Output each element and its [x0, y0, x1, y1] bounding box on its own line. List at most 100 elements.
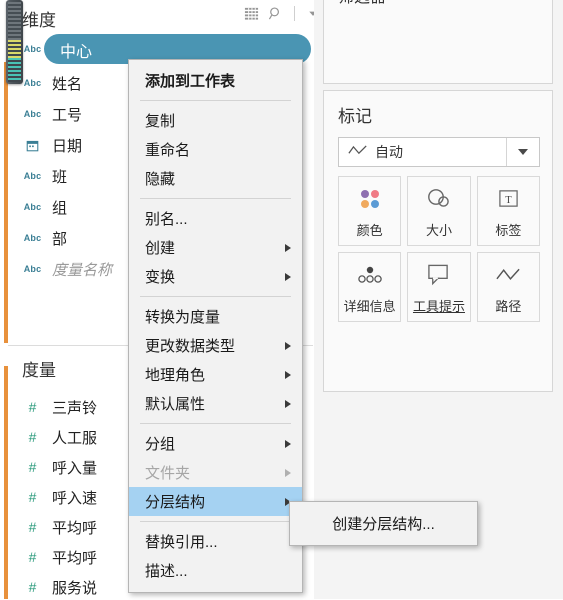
color-dots-icon — [357, 184, 383, 214]
mark-type-value: 自动 — [375, 144, 403, 160]
search-icon[interactable] — [268, 6, 283, 21]
mark-type-caret[interactable] — [506, 138, 539, 166]
menu-item-label: 分组 — [145, 436, 176, 453]
number-icon: # — [28, 519, 37, 535]
field-label: 呼入速 — [52, 489, 98, 507]
text-label-icon: T — [497, 184, 520, 214]
abc-icon: Abc — [23, 233, 42, 243]
marks-size-button[interactable]: 大小 — [407, 176, 471, 246]
menu-item-change-data-type[interactable]: 更改数据类型 — [129, 331, 302, 360]
field-label: 部 — [52, 230, 68, 248]
tableau-data-pane-screenshot: 维度 中心 Abc Abc 姓名 Abc 工号 日期 Abc 班 Abc 组 A… — [0, 0, 563, 599]
menu-item-default-properties[interactable]: 默认属性 — [129, 389, 302, 418]
dimensions-header-icons — [244, 6, 321, 21]
number-icon: # — [28, 489, 37, 505]
submenu-arrow-icon — [285, 468, 291, 477]
grid-view-icon[interactable] — [244, 6, 259, 21]
menu-item-copy[interactable]: 复制 — [129, 106, 302, 135]
submenu-arrow-icon — [285, 272, 291, 281]
menu-item-label: 创建 — [145, 240, 176, 257]
marks-card: 标记 自动 颜色 大小 T 标签 详细信息 工具提示 路径 — [323, 90, 553, 392]
number-icon: # — [28, 459, 37, 475]
number-icon: # — [28, 399, 37, 415]
menu-item-create[interactable]: 创建 — [129, 233, 302, 262]
path-line-icon — [495, 260, 522, 290]
abc-icon: Abc — [23, 171, 42, 181]
scrollbar-texture-bottom — [8, 58, 21, 82]
field-label: 呼入量 — [52, 459, 98, 477]
marks-button-label: 标签 — [495, 222, 522, 238]
menu-item-describe[interactable]: 描述... — [129, 556, 302, 585]
menu-item-label: 地理角色 — [145, 367, 206, 384]
calendar-icon — [22, 139, 43, 152]
marks-button-label: 详细信息 — [343, 298, 396, 314]
abc-icon: Abc — [23, 78, 42, 88]
submenu-arrow-icon — [285, 370, 291, 379]
field-label: 组 — [52, 199, 68, 217]
field-label: 平均呼 — [52, 519, 98, 537]
dimensions-accent-bar — [4, 62, 8, 343]
menu-item-label: 分层结构 — [145, 494, 206, 511]
menu-separator — [140, 423, 291, 424]
menu-item-label: 更改数据类型 — [145, 338, 236, 355]
number-icon: # — [28, 579, 37, 595]
marks-color-button[interactable]: 颜色 — [338, 176, 402, 246]
menu-item-add-to-sheet[interactable]: 添加到工作表 — [129, 66, 302, 95]
marks-button-label: 路径 — [495, 298, 522, 314]
marks-card-title: 标记 — [338, 107, 372, 126]
menu-item-group[interactable]: 分组 — [129, 429, 302, 458]
submenu-item-create-hierarchy[interactable]: 创建分层结构... — [290, 509, 477, 538]
svg-text:T: T — [505, 195, 512, 206]
line-chart-icon — [348, 144, 368, 160]
menu-item-rename[interactable]: 重命名 — [129, 135, 302, 164]
marks-button-label: 大小 — [425, 222, 452, 238]
menu-item-aliases[interactable]: 别名... — [129, 204, 302, 233]
menu-item-folder: 文件夹 — [129, 458, 302, 487]
marks-tooltip-button[interactable]: 工具提示 — [407, 252, 471, 322]
abc-icon: Abc — [23, 109, 42, 119]
menu-separator — [140, 521, 291, 522]
field-label: 班 — [52, 168, 68, 186]
scrollbar-texture-top — [8, 2, 21, 40]
marks-path-button[interactable]: 路径 — [476, 252, 540, 322]
measures-accent-bar — [4, 366, 8, 599]
measures-header: 度量 — [22, 361, 56, 380]
menu-item-hide[interactable]: 隐藏 — [129, 164, 302, 193]
marks-button-label: 颜色 — [356, 222, 383, 238]
field-context-menu: 添加到工作表 复制 重命名 隐藏 别名... 创建 变换 转换为度量 更改数据类… — [128, 59, 303, 593]
header-divider — [294, 6, 295, 21]
field-label: 日期 — [52, 137, 83, 155]
field-label: 工号 — [52, 106, 83, 124]
submenu-arrow-icon — [285, 341, 291, 350]
field-label: 人工服 — [52, 429, 98, 447]
detail-dots-icon — [356, 260, 384, 290]
menu-separator — [140, 100, 291, 101]
size-circles-icon — [425, 184, 453, 214]
menu-item-label: 默认属性 — [145, 396, 206, 413]
abc-icon: Abc — [23, 264, 42, 274]
menu-item-replace-references[interactable]: 替换引用... — [129, 527, 302, 556]
marks-label-button[interactable]: T 标签 — [476, 176, 540, 246]
menu-separator — [140, 198, 291, 199]
menu-item-transform[interactable]: 变换 — [129, 262, 302, 291]
menu-item-geographic-role[interactable]: 地理角色 — [129, 360, 302, 389]
filters-card: 筛选器 — [323, 0, 553, 84]
submenu-arrow-icon — [285, 399, 291, 408]
field-label: 度量名称 — [52, 261, 113, 279]
vertical-scrollbar[interactable] — [6, 0, 23, 84]
menu-item-label: 文件夹 — [145, 465, 191, 482]
filters-card-title: 筛选器 — [338, 0, 386, 7]
menu-separator — [140, 296, 291, 297]
marks-detail-button[interactable]: 详细信息 — [338, 252, 402, 322]
submenu-arrow-icon — [285, 243, 291, 252]
mark-type-value-wrap: 自动 — [339, 142, 506, 162]
menu-item-label: 变换 — [145, 269, 176, 286]
mark-type-dropdown[interactable]: 自动 — [338, 137, 540, 167]
field-label: 平均呼 — [52, 549, 98, 567]
abc-icon: Abc — [23, 202, 42, 212]
field-label: 三声铃 — [52, 399, 98, 417]
menu-item-convert-to-measure[interactable]: 转换为度量 — [129, 302, 302, 331]
marks-button-label: 工具提示 — [412, 298, 465, 314]
menu-item-hierarchy[interactable]: 分层结构 — [129, 487, 302, 516]
chevron-down-icon — [518, 149, 528, 155]
